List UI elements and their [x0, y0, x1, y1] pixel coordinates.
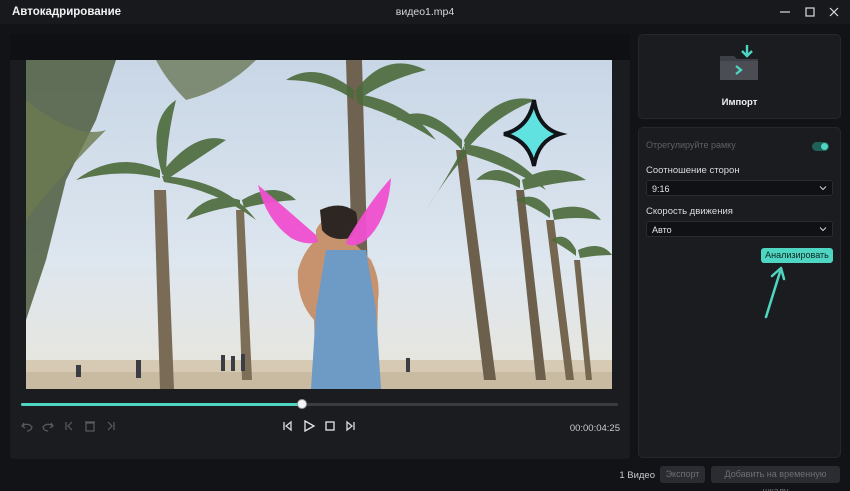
settings-panel: [638, 127, 841, 458]
maximize-icon: [805, 7, 815, 17]
undo-button[interactable]: [20, 419, 36, 435]
aspect-ratio-label: Соотношение сторон: [646, 165, 740, 176]
delete-button[interactable]: [83, 419, 99, 435]
prev-frame-icon: [283, 420, 292, 432]
next-frame-button[interactable]: [344, 419, 360, 435]
export-button[interactable]: Экспорт: [660, 466, 705, 483]
delete-icon: [85, 421, 95, 432]
motion-speed-value: Авто: [652, 225, 672, 235]
timeline-scrubber[interactable]: [296, 399, 307, 409]
redo-button[interactable]: [41, 419, 57, 435]
import-label[interactable]: Импорт: [638, 97, 841, 108]
trim-start-icon: [65, 421, 73, 431]
preview-top-strip: [10, 34, 630, 60]
minimize-icon: [780, 11, 790, 13]
close-button[interactable]: [824, 3, 844, 21]
motion-speed-label: Скорость движения: [646, 206, 733, 217]
motion-speed-select[interactable]: Авто: [646, 221, 833, 237]
arrow-pointer-icon: [764, 266, 786, 319]
file-name-title: видео1.mp4: [395, 6, 455, 18]
close-icon: [829, 7, 839, 17]
stop-icon: [325, 421, 335, 431]
video-preview-image: [26, 60, 612, 389]
aspect-ratio-value: 9:16: [652, 184, 670, 194]
aspect-ratio-select[interactable]: 9:16: [646, 180, 833, 196]
video-count: 1 Видео: [619, 470, 655, 481]
timecode: 00:00:04:25: [569, 423, 620, 434]
timeline-progress: [21, 403, 302, 406]
maximize-button[interactable]: [800, 3, 820, 21]
adjust-frame-label: Отрегулируйте рамку: [646, 140, 736, 150]
chevron-down-icon: [819, 227, 827, 232]
import-folder-icon: [720, 45, 758, 80]
next-frame-icon: [346, 420, 355, 432]
minimize-button[interactable]: [775, 3, 795, 21]
previous-frame-button[interactable]: [280, 419, 296, 435]
redo-icon: [42, 422, 54, 432]
undo-icon: [21, 422, 33, 432]
play-icon: [304, 419, 316, 433]
trim-end-icon: [107, 421, 115, 431]
adjust-frame-toggle[interactable]: [812, 142, 829, 151]
video-frame[interactable]: [26, 60, 612, 389]
trim-start-button[interactable]: [62, 419, 78, 435]
add-to-timeline-button[interactable]: Добавить на временную шкалу: [711, 466, 840, 491]
playback-controls: [10, 389, 630, 459]
trim-end-button[interactable]: [104, 419, 120, 435]
stop-button[interactable]: [323, 419, 339, 435]
analyze-button[interactable]: Анализировать: [761, 248, 833, 263]
chevron-down-icon: [819, 186, 827, 191]
play-button[interactable]: [302, 419, 318, 435]
